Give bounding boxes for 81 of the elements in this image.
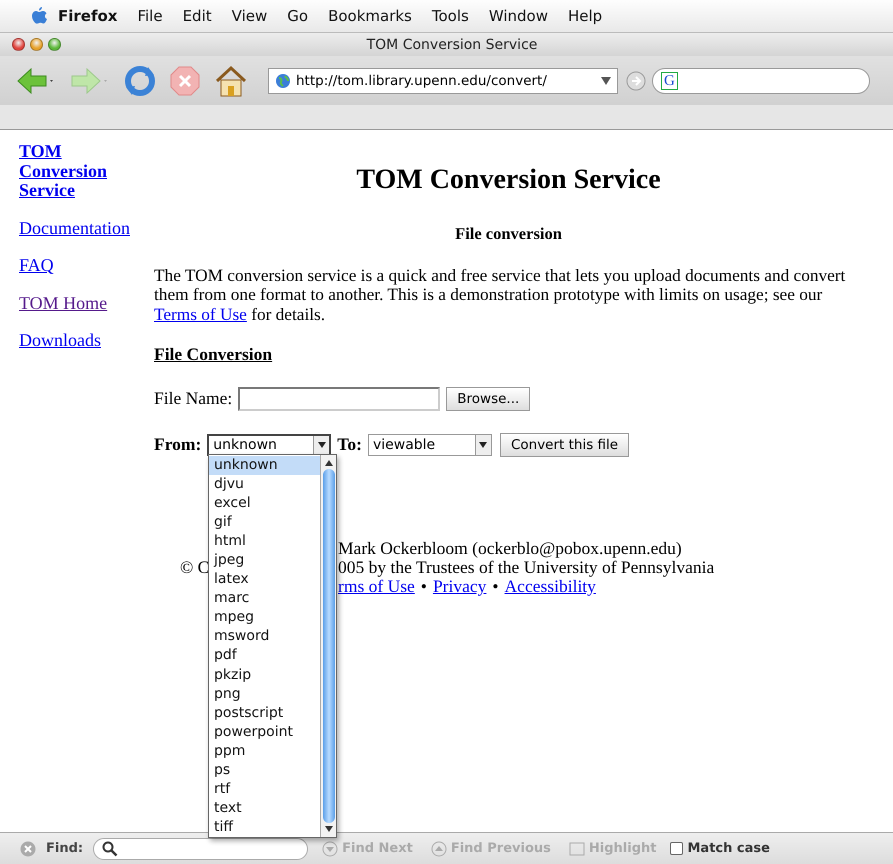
page-heading: TOM Conversion Service: [355, 164, 662, 196]
dropdown-option[interactable]: mpeg: [209, 608, 320, 628]
home-icon[interactable]: [214, 64, 248, 96]
dropdown-option[interactable]: postscript: [209, 704, 320, 723]
to-label: To:: [337, 434, 362, 456]
dropdown-option[interactable]: unknown: [209, 456, 320, 476]
sidebar-link[interactable]: TOM Conversion Service: [19, 142, 129, 200]
go-icon[interactable]: [626, 70, 646, 90]
highlight-icon: [568, 840, 585, 856]
dropdown-option[interactable]: ps: [209, 760, 320, 780]
dropdown-option[interactable]: powerpoint: [209, 722, 320, 742]
dropdown-option[interactable]: pkzip: [209, 666, 320, 685]
dropdown-icon[interactable]: [601, 76, 611, 84]
section-title: File Conversion: [154, 344, 274, 365]
apple-icon[interactable]: [30, 6, 48, 26]
sidebar-link[interactable]: FAQ: [19, 256, 129, 276]
footer-copyright: © C: [180, 558, 210, 577]
footer-copyright: 005 by the Trustees of the University of Pennsylvania: [338, 558, 714, 577]
dropdown-option[interactable]: pdf: [209, 646, 320, 666]
back-arrow-icon[interactable]: [16, 66, 56, 96]
zoom-button[interactable]: [48, 38, 61, 51]
stop-icon[interactable]: [170, 66, 200, 96]
search-icon: [102, 840, 118, 856]
browse-button[interactable]: Browse...: [446, 386, 530, 411]
from-select[interactable]: unknown: [207, 434, 332, 456]
dropdown-option[interactable]: text: [209, 798, 320, 818]
reload-icon[interactable]: [124, 64, 156, 96]
dropdown-option[interactable]: ppm: [209, 742, 320, 761]
separator: •: [420, 576, 427, 596]
menu-item[interactable]: File: [127, 7, 173, 25]
file-name-label: File Name:: [154, 388, 232, 410]
minimize-button[interactable]: [30, 38, 43, 51]
sidebar-link[interactable]: TOM Home: [19, 294, 129, 313]
menu-item[interactable]: Tools: [422, 7, 479, 25]
search-engine-icon[interactable]: G: [661, 72, 678, 90]
caret-icon: [318, 442, 326, 448]
menu-item[interactable]: Edit: [172, 7, 222, 25]
window-title: TOM Conversion Service: [366, 36, 538, 52]
dropdown-option[interactable]: html: [209, 532, 320, 552]
dropdown-option[interactable]: png: [209, 684, 320, 704]
scroll-thumb[interactable]: [322, 469, 334, 823]
sidebar-link[interactable]: Documentation: [19, 218, 129, 238]
search-field[interactable]: G: [652, 68, 870, 94]
separator: •: [492, 576, 499, 596]
menu-item[interactable]: View: [222, 7, 278, 25]
menu-item[interactable]: Bookmarks: [318, 7, 422, 25]
from-label: From:: [154, 434, 202, 456]
terms-link[interactable]: Terms of Use: [154, 304, 247, 324]
file-name-field[interactable]: [238, 386, 440, 411]
menu-item[interactable]: Help: [558, 7, 612, 25]
dropdown-option[interactable]: excel: [209, 494, 320, 514]
dropdown-option[interactable]: marc: [209, 589, 320, 608]
close-button[interactable]: [12, 38, 25, 51]
page-subheading: File conversion: [454, 224, 563, 244]
url-field[interactable]: http://tom.library.upenn.edu/convert/: [268, 68, 618, 94]
url-text: http://tom.library.upenn.edu/convert/: [296, 72, 548, 88]
globe-icon: [275, 72, 291, 88]
dropdown-option[interactable]: msword: [209, 627, 320, 646]
dropdown-option[interactable]: latex: [209, 570, 320, 590]
footer-link[interactable]: Accessibility: [504, 576, 596, 596]
dropdown-option[interactable]: djvu: [209, 475, 320, 494]
footer-author: Mark Ockerbloom (ockerblo@pobox.upenn.edu): [338, 538, 682, 558]
close-icon[interactable]: [20, 840, 36, 856]
menu-item[interactable]: Firefox: [48, 7, 128, 25]
sidebar-link[interactable]: Downloads: [19, 331, 129, 350]
dropdown-option[interactable]: tiff: [209, 818, 320, 837]
find-field[interactable]: [93, 838, 308, 860]
dropdown-option[interactable]: jpeg: [209, 551, 320, 570]
footer-link[interactable]: Privacy: [432, 576, 486, 596]
to-select[interactable]: viewable: [368, 434, 492, 456]
convert-button[interactable]: Convert this file: [500, 432, 630, 457]
dropdown-option[interactable]: rtf: [209, 780, 320, 799]
intro-paragraph: The TOM conversion service is a quick and free service that lets you upload documents and convert them from one format to another. This is a demonstration prototype with limits on usage; see our Terms of Use for details.: [154, 266, 846, 324]
match-case-checkbox[interactable]: Match case: [670, 841, 770, 856]
footer-link[interactable]: rms of Use: [338, 576, 415, 596]
find-label: Find:: [46, 841, 84, 856]
caret-icon: [479, 442, 488, 448]
menu-item[interactable]: Go: [277, 7, 318, 25]
dropdown-option[interactable]: gif: [209, 513, 320, 532]
scroll-up-icon[interactable]: [324, 459, 332, 467]
menu-item[interactable]: Window: [478, 7, 558, 25]
